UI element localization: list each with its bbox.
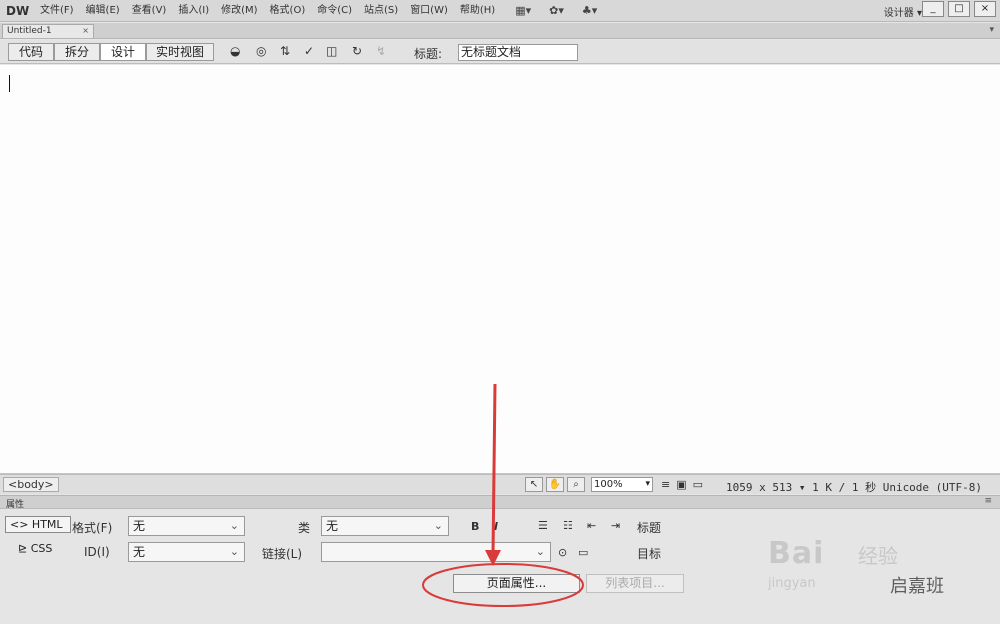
workspace-switcher[interactable]: 设计器 ▾ [884, 4, 922, 19]
hand-tool-icon[interactable]: ✋ [546, 477, 564, 492]
menu-site[interactable]: 站点(S) [358, 0, 404, 22]
file-management-icon[interactable]: ⇅ [280, 44, 290, 58]
app-logo: DW [6, 3, 30, 18]
minimize-button[interactable]: _ [922, 1, 944, 17]
document-tab-bar: Untitled-1 × ▾ [0, 23, 1000, 39]
watermark-sub: 经验 [858, 544, 898, 568]
browser-check-icon[interactable]: ✓ [304, 44, 314, 58]
document-info: 1059 x 513 ▾ 1 K / 1 秒 Unicode (UTF-8) [726, 481, 983, 494]
italic-button[interactable]: I [494, 520, 498, 533]
menu-format[interactable]: 格式(O) [264, 0, 312, 22]
css-mode-button[interactable]: ⊵ CSS [14, 541, 80, 558]
design-canvas[interactable] [0, 65, 1000, 474]
document-tab[interactable]: Untitled-1 × [2, 24, 94, 38]
window-controls: _ □ × [922, 1, 996, 17]
ordered-list-icon[interactable]: ☷ [563, 519, 573, 532]
unordered-list-icon[interactable]: ☰ [538, 519, 548, 532]
class-label: 类 [298, 521, 311, 535]
title-label: 标题: [414, 47, 443, 61]
link-label: 链接(L) [262, 547, 303, 561]
zoom-tool-icon[interactable]: ⌕ [567, 477, 585, 492]
heading-label: 标题 [637, 521, 662, 535]
multiscreen-icon[interactable]: ◒ [230, 44, 240, 58]
point-to-file-icon[interactable]: ⊙ [558, 546, 567, 559]
close-tab-icon[interactable]: × [82, 25, 89, 37]
watermark-account: 启嘉班 [890, 576, 944, 597]
list-item-button[interactable]: 列表项目... [586, 574, 684, 593]
refresh-icon[interactable]: ↻ [352, 44, 362, 58]
site-icon[interactable]: ♣▾ [582, 4, 597, 17]
menu-modify[interactable]: 修改(M) [215, 0, 263, 22]
preview-icon[interactable]: ◎ [256, 44, 266, 58]
menu-help[interactable]: 帮助(H) [454, 0, 501, 22]
watermark: Bai 经验 jingyan 启嘉班 [768, 536, 988, 606]
code-view-button[interactable]: 代码 [8, 43, 54, 61]
indent-icon[interactable]: ⇥ [611, 519, 620, 532]
menu-edit[interactable]: 编辑(E) [80, 0, 126, 22]
id-select[interactable]: 无 ⌄ [128, 542, 245, 562]
title-input[interactable]: 无标题文档 [458, 44, 578, 61]
bold-button[interactable]: B [471, 520, 479, 533]
live-view-button[interactable]: 实时视图 [146, 43, 214, 61]
close-button[interactable]: × [974, 1, 996, 17]
watermark-small: jingyan [768, 576, 816, 591]
menu-view[interactable]: 查看(V) [126, 0, 173, 22]
css-icon: ⊵ [18, 542, 31, 555]
menu-commands[interactable]: 命令(C) [311, 0, 358, 22]
format-select[interactable]: 无 ⌄ [128, 516, 245, 536]
format-label: 格式(F) [72, 521, 113, 535]
html-mode-button[interactable]: <> HTML [5, 516, 71, 533]
browse-folder-icon[interactable]: ▭ [578, 546, 588, 559]
panel-menu-icon[interactable]: ≡ [984, 496, 992, 506]
link-input[interactable]: ⌄ [321, 542, 551, 562]
document-tab-label: Untitled-1 [7, 26, 52, 36]
status-bar: <body> ↖ ✋ ⌕ 100% ▾ ≡▣▭ 1059 x 513 ▾ 1 K … [0, 474, 1000, 494]
properties-panel-header: 属性 ≡ [0, 495, 1000, 510]
collapse-icon[interactable]: ▾ [989, 25, 994, 35]
menu-tools: ▦▾ ✿▾ ♣▾ [515, 4, 597, 17]
class-select[interactable]: 无 ⌄ [321, 516, 449, 536]
menu-bar: DW 文件(F) 编辑(E) 查看(V) 插入(I) 修改(M) 格式(O) 命… [0, 0, 1000, 22]
text-cursor [9, 75, 10, 92]
select-tool-icon[interactable]: ↖ [525, 477, 543, 492]
zoom-select[interactable]: 100% ▾ [591, 477, 653, 492]
outdent-icon[interactable]: ⇤ [587, 519, 596, 532]
properties-title: 属性 [6, 500, 25, 510]
layout-icon[interactable]: ▦▾ [515, 4, 531, 17]
id-label: ID(I) [84, 545, 110, 559]
extend-icon[interactable]: ✿▾ [549, 4, 564, 17]
menu-window[interactable]: 窗口(W) [404, 0, 454, 22]
visual-aids-icon[interactable]: ◫ [326, 44, 337, 58]
document-toolbar: 代码 拆分 设计 实时视图 ◒ ◎ ⇅ ✓ ◫ ↻ ↯ 标题: 无标题文档 [0, 40, 1000, 64]
split-view-button[interactable]: 拆分 [54, 43, 100, 61]
target-label: 目标 [637, 547, 662, 561]
watermark-brand: Bai [768, 536, 825, 571]
menu-insert[interactable]: 插入(I) [172, 0, 215, 22]
page-properties-button[interactable]: 页面属性... [453, 574, 580, 593]
window-size-icons[interactable]: ≡▣▭ [661, 478, 709, 491]
maximize-button[interactable]: □ [948, 1, 970, 17]
design-view-button[interactable]: 设计 [100, 43, 146, 61]
menu-file[interactable]: 文件(F) [34, 0, 80, 22]
code-nav-icon[interactable]: ↯ [376, 44, 386, 58]
tag-selector[interactable]: <body> [3, 477, 59, 492]
